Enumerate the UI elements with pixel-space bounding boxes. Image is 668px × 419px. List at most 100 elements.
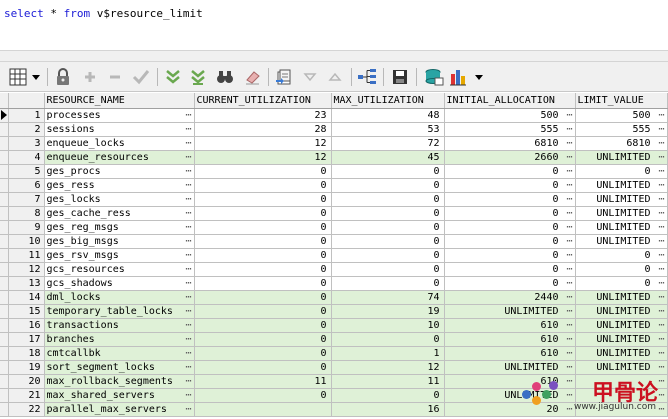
cell-resource-name[interactable]: gcs_shadows ⋯ [44,276,195,291]
cell-current-utilization[interactable]: 12 [194,150,332,165]
cell-ellipsis-icon[interactable]: ⋯ [185,319,191,332]
cell-current-utilization[interactable]: 0 [194,388,332,403]
save-icon[interactable] [390,67,410,87]
cell-initial-allocation[interactable]: 0 ⋯ [444,248,576,263]
cell-ellipsis-icon[interactable]: ⋯ [566,207,572,220]
cell-max-utilization[interactable]: 0 [331,332,445,347]
cell-ellipsis-icon[interactable]: ⋯ [658,361,664,374]
cell-ellipsis-icon[interactable]: ⋯ [185,361,191,374]
table-row[interactable]: 2 sessions ⋯ 28 53 555 ⋯ 555 ⋯ [0,122,668,137]
cell-ellipsis-icon[interactable]: ⋯ [185,305,191,318]
cell-ellipsis-icon[interactable]: ⋯ [185,389,191,402]
cell-limit-value[interactable]: 500 ⋯ [575,108,668,123]
cell-ellipsis-icon[interactable]: ⋯ [185,347,191,360]
cell-max-utilization[interactable]: 53 [331,122,445,137]
cell-resource-name[interactable]: cmtcallbk ⋯ [44,346,195,361]
cell-ellipsis-icon[interactable]: ⋯ [185,235,191,248]
table-row[interactable]: 4 enqueue_resources ⋯ 12 45 2660 ⋯ UNLIMITED ⋯ [0,150,668,165]
cell-ellipsis-icon[interactable]: ⋯ [658,263,664,276]
table-row[interactable]: 1 processes ⋯ 23 48 500 ⋯ 500 ⋯ [0,108,668,123]
cell-resource-name[interactable]: gcs_resources ⋯ [44,262,195,277]
cell-current-utilization[interactable]: 0 [194,318,332,333]
row-indicator[interactable] [0,346,9,361]
cell-ellipsis-icon[interactable]: ⋯ [185,291,191,304]
cell-ellipsis-icon[interactable]: ⋯ [658,109,664,122]
cell-initial-allocation[interactable]: 0 ⋯ [444,192,576,207]
cell-ellipsis-icon[interactable]: ⋯ [658,235,664,248]
cell-limit-value[interactable]: UNLIMITED ⋯ [575,178,668,193]
cell-ellipsis-icon[interactable]: ⋯ [566,123,572,136]
cell-initial-allocation[interactable]: 0 ⋯ [444,234,576,249]
row-indicator[interactable] [0,206,9,221]
cell-ellipsis-icon[interactable]: ⋯ [566,291,572,304]
cell-current-utilization[interactable]: 0 [194,332,332,347]
cell-ellipsis-icon[interactable]: ⋯ [185,151,191,164]
table-row[interactable]: 11 ges_rsv_msgs ⋯ 0 0 0 ⋯ 0 ⋯ [0,248,668,263]
cell-resource-name[interactable]: processes ⋯ [44,108,195,123]
table-row[interactable]: 8 ges_cache_ress ⋯ 0 0 0 ⋯ UNLIMITED ⋯ [0,206,668,221]
cell-initial-allocation[interactable]: 500 ⋯ [444,108,576,123]
cell-current-utilization[interactable]: 28 [194,122,332,137]
sort-desc-icon[interactable] [325,67,345,87]
cell-current-utilization[interactable]: 0 [194,290,332,305]
cell-ellipsis-icon[interactable]: ⋯ [566,263,572,276]
cell-ellipsis-icon[interactable]: ⋯ [566,109,572,122]
cell-limit-value[interactable]: UNLIMITED ⋯ [575,346,668,361]
cell-current-utilization[interactable]: 0 [194,276,332,291]
row-indicator[interactable] [0,276,9,291]
cell-resource-name[interactable]: sessions ⋯ [44,122,195,137]
row-indicator[interactable] [0,108,9,123]
row-indicator[interactable] [0,402,9,417]
cell-ellipsis-icon[interactable]: ⋯ [658,179,664,192]
cell-current-utilization[interactable]: 0 [194,220,332,235]
cell-current-utilization[interactable]: 0 [194,206,332,221]
cell-ellipsis-icon[interactable]: ⋯ [566,249,572,262]
row-indicator[interactable] [0,192,9,207]
cell-initial-allocation[interactable]: 610 ⋯ [444,318,576,333]
results-grid[interactable]: RESOURCE_NAME CURRENT_UTILIZATION MAX_UT… [0,93,668,419]
cell-limit-value[interactable]: UNLIMITED ⋯ [575,290,668,305]
pane-splitter[interactable] [0,50,668,62]
cell-ellipsis-icon[interactable]: ⋯ [185,123,191,136]
cell-current-utilization[interactable]: 11 [194,374,332,389]
cell-ellipsis-icon[interactable]: ⋯ [658,305,664,318]
column-header[interactable]: MAX_UTILIZATION [331,93,445,109]
cell-ellipsis-icon[interactable]: ⋯ [566,193,572,206]
cell-initial-allocation[interactable]: 0 ⋯ [444,178,576,193]
table-row[interactable]: 14 dml_locks ⋯ 0 74 2440 ⋯ UNLIMITED ⋯ [0,290,668,305]
cell-max-utilization[interactable]: 10 [331,318,445,333]
filter-icon[interactable] [163,67,183,87]
cell-ellipsis-icon[interactable]: ⋯ [566,165,572,178]
cell-current-utilization[interactable]: 0 [194,234,332,249]
cell-current-utilization[interactable]: 0 [194,178,332,193]
column-header[interactable]: INITIAL_ALLOCATION [444,93,576,109]
cell-initial-allocation[interactable]: 610 ⋯ [444,346,576,361]
cell-ellipsis-icon[interactable]: ⋯ [185,165,191,178]
cell-limit-value[interactable]: UNLIMITED ⋯ [575,220,668,235]
table-row[interactable]: 7 ges_locks ⋯ 0 0 0 ⋯ UNLIMITED ⋯ [0,192,668,207]
cell-current-utilization[interactable]: 0 [194,346,332,361]
cell-max-utilization[interactable]: 0 [331,206,445,221]
cell-initial-allocation[interactable]: 0 ⋯ [444,164,576,179]
cell-ellipsis-icon[interactable]: ⋯ [185,403,191,416]
cell-ellipsis-icon[interactable]: ⋯ [658,277,664,290]
cell-max-utilization[interactable]: 48 [331,108,445,123]
cell-ellipsis-icon[interactable]: ⋯ [566,137,572,150]
cell-current-utilization[interactable]: 0 [194,360,332,375]
eraser-icon[interactable] [243,67,263,87]
cell-ellipsis-icon[interactable]: ⋯ [566,151,572,164]
cell-limit-value[interactable]: UNLIMITED ⋯ [575,192,668,207]
table-row[interactable]: 15 temporary_table_locks ⋯ 0 19 UNLIMITED ⋯ UNL… [0,304,668,319]
row-indicator[interactable] [0,388,9,403]
table-row[interactable]: 16 transactions ⋯ 0 10 610 ⋯ UNLIMITED ⋯ [0,318,668,333]
cell-ellipsis-icon[interactable]: ⋯ [658,193,664,206]
cell-ellipsis-icon[interactable]: ⋯ [658,249,664,262]
cell-ellipsis-icon[interactable]: ⋯ [566,235,572,248]
row-indicator[interactable] [0,360,9,375]
cell-max-utilization[interactable]: 72 [331,136,445,151]
row-indicator[interactable] [0,332,9,347]
cell-ellipsis-icon[interactable]: ⋯ [566,179,572,192]
post-icon[interactable] [131,67,151,87]
cell-resource-name[interactable]: ges_big_msgs ⋯ [44,234,195,249]
cell-max-utilization[interactable]: 74 [331,290,445,305]
